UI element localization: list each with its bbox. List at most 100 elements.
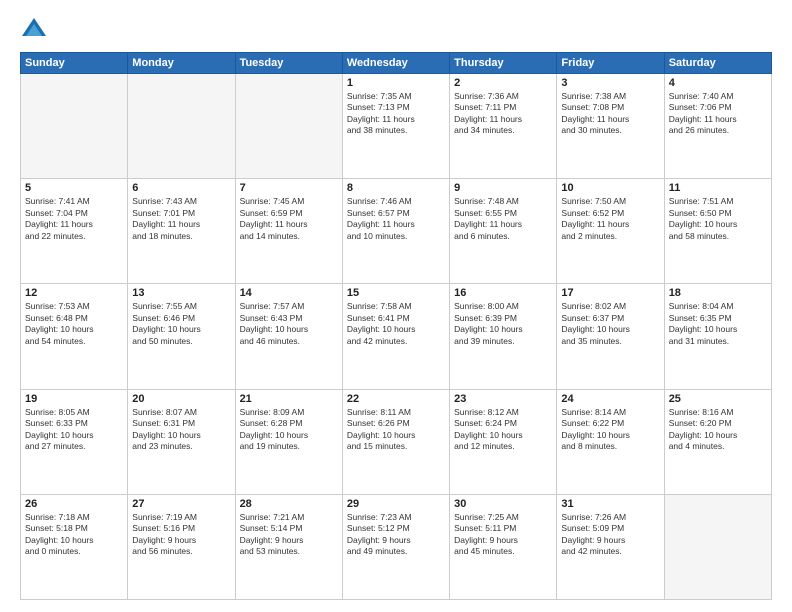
calendar-cell: 30 Sunrise: 7:25 AM Sunset: 5:11 PM Dayli… [450, 494, 557, 599]
day-number: 10 [561, 182, 659, 194]
calendar-cell: 24 Sunrise: 8:14 AM Sunset: 6:22 PM Dayli… [557, 389, 664, 494]
calendar-cell: 11 Sunrise: 7:51 AM Sunset: 6:50 PM Dayli… [664, 179, 771, 284]
day-number: 16 [454, 287, 552, 299]
day-number: 14 [240, 287, 338, 299]
day-info: Sunrise: 8:09 AM Sunset: 6:28 PM Dayligh… [240, 407, 338, 453]
calendar-cell: 1Sunrise: 7:35 AM Sunset: 7:13 PM Daylig… [342, 74, 449, 179]
day-info: Sunrise: 7:38 AM Sunset: 7:08 PM Dayligh… [561, 91, 659, 137]
day-info: Sunrise: 7:53 AM Sunset: 6:48 PM Dayligh… [25, 301, 123, 347]
day-number: 27 [132, 498, 230, 510]
weekday-header-saturday: Saturday [664, 53, 771, 74]
day-info: Sunrise: 7:46 AM Sunset: 6:57 PM Dayligh… [347, 196, 445, 242]
day-number: 5 [25, 182, 123, 194]
day-info: Sunrise: 7:51 AM Sunset: 6:50 PM Dayligh… [669, 196, 767, 242]
calendar-cell [21, 74, 128, 179]
day-info: Sunrise: 7:58 AM Sunset: 6:41 PM Dayligh… [347, 301, 445, 347]
day-number: 23 [454, 393, 552, 405]
day-number: 1 [347, 77, 445, 89]
calendar-cell: 25Sunrise: 8:16 AM Sunset: 6:20 PM Dayli… [664, 389, 771, 494]
day-info: Sunrise: 8:07 AM Sunset: 6:31 PM Dayligh… [132, 407, 230, 453]
calendar-cell: 17 Sunrise: 8:02 AM Sunset: 6:37 PM Dayli… [557, 284, 664, 389]
day-number: 11 [669, 182, 767, 194]
calendar-cell: 21 Sunrise: 8:09 AM Sunset: 6:28 PM Dayli… [235, 389, 342, 494]
calendar-cell: 20 Sunrise: 8:07 AM Sunset: 6:31 PM Dayli… [128, 389, 235, 494]
calendar-cell: 8 Sunrise: 7:46 AM Sunset: 6:57 PM Daylig… [342, 179, 449, 284]
calendar-week-4: 19Sunrise: 8:05 AM Sunset: 6:33 PM Dayli… [21, 389, 772, 494]
day-number: 21 [240, 393, 338, 405]
weekday-header-wednesday: Wednesday [342, 53, 449, 74]
logo-icon [20, 16, 48, 44]
calendar-cell: 3Sunrise: 7:38 AM Sunset: 7:08 PM Daylig… [557, 74, 664, 179]
calendar-cell: 18Sunrise: 8:04 AM Sunset: 6:35 PM Dayli… [664, 284, 771, 389]
calendar-week-5: 26Sunrise: 7:18 AM Sunset: 5:18 PM Dayli… [21, 494, 772, 599]
day-info: Sunrise: 7:40 AM Sunset: 7:06 PM Dayligh… [669, 91, 767, 137]
weekday-header-thursday: Thursday [450, 53, 557, 74]
day-info: Sunrise: 7:50 AM Sunset: 6:52 PM Dayligh… [561, 196, 659, 242]
day-info: Sunrise: 7:19 AM Sunset: 5:16 PM Dayligh… [132, 512, 230, 558]
weekday-header-monday: Monday [128, 53, 235, 74]
day-number: 20 [132, 393, 230, 405]
day-info: Sunrise: 8:11 AM Sunset: 6:26 PM Dayligh… [347, 407, 445, 453]
day-number: 24 [561, 393, 659, 405]
day-number: 8 [347, 182, 445, 194]
calendar-cell: 2Sunrise: 7:36 AM Sunset: 7:11 PM Daylig… [450, 74, 557, 179]
calendar-cell: 14Sunrise: 7:57 AM Sunset: 6:43 PM Dayli… [235, 284, 342, 389]
weekday-header-sunday: Sunday [21, 53, 128, 74]
weekday-header-row: SundayMondayTuesdayWednesdayThursdayFrid… [21, 53, 772, 74]
page: SundayMondayTuesdayWednesdayThursdayFrid… [0, 0, 792, 612]
day-info: Sunrise: 8:12 AM Sunset: 6:24 PM Dayligh… [454, 407, 552, 453]
logo [20, 16, 52, 44]
day-number: 6 [132, 182, 230, 194]
calendar-cell: 13 Sunrise: 7:55 AM Sunset: 6:46 PM Dayli… [128, 284, 235, 389]
calendar-cell: 7Sunrise: 7:45 AM Sunset: 6:59 PM Daylig… [235, 179, 342, 284]
calendar-cell: 19Sunrise: 8:05 AM Sunset: 6:33 PM Dayli… [21, 389, 128, 494]
calendar-cell: 15 Sunrise: 7:58 AM Sunset: 6:41 PM Dayli… [342, 284, 449, 389]
calendar-cell [664, 494, 771, 599]
day-number: 31 [561, 498, 659, 510]
day-number: 17 [561, 287, 659, 299]
calendar-cell: 29 Sunrise: 7:23 AM Sunset: 5:12 PM Dayli… [342, 494, 449, 599]
day-info: Sunrise: 8:04 AM Sunset: 6:35 PM Dayligh… [669, 301, 767, 347]
weekday-header-friday: Friday [557, 53, 664, 74]
calendar-cell: 22Sunrise: 8:11 AM Sunset: 6:26 PM Dayli… [342, 389, 449, 494]
calendar-cell: 5 Sunrise: 7:41 AM Sunset: 7:04 PM Daylig… [21, 179, 128, 284]
day-number: 15 [347, 287, 445, 299]
calendar-cell: 10 Sunrise: 7:50 AM Sunset: 6:52 PM Dayli… [557, 179, 664, 284]
day-info: Sunrise: 7:55 AM Sunset: 6:46 PM Dayligh… [132, 301, 230, 347]
calendar-cell [128, 74, 235, 179]
day-number: 4 [669, 77, 767, 89]
calendar-cell: 31Sunrise: 7:26 AM Sunset: 5:09 PM Dayli… [557, 494, 664, 599]
day-number: 9 [454, 182, 552, 194]
day-number: 28 [240, 498, 338, 510]
day-number: 30 [454, 498, 552, 510]
day-info: Sunrise: 7:45 AM Sunset: 6:59 PM Dayligh… [240, 196, 338, 242]
calendar-table: SundayMondayTuesdayWednesdayThursdayFrid… [20, 52, 772, 600]
calendar-cell: 16 Sunrise: 8:00 AM Sunset: 6:39 PM Dayli… [450, 284, 557, 389]
header [20, 16, 772, 44]
calendar-week-3: 12 Sunrise: 7:53 AM Sunset: 6:48 PM Dayli… [21, 284, 772, 389]
day-info: Sunrise: 7:25 AM Sunset: 5:11 PM Dayligh… [454, 512, 552, 558]
day-number: 26 [25, 498, 123, 510]
calendar-week-1: 1Sunrise: 7:35 AM Sunset: 7:13 PM Daylig… [21, 74, 772, 179]
calendar-cell: 6 Sunrise: 7:43 AM Sunset: 7:01 PM Daylig… [128, 179, 235, 284]
calendar-cell: 28 Sunrise: 7:21 AM Sunset: 5:14 PM Dayli… [235, 494, 342, 599]
day-info: Sunrise: 7:43 AM Sunset: 7:01 PM Dayligh… [132, 196, 230, 242]
day-number: 12 [25, 287, 123, 299]
day-info: Sunrise: 8:02 AM Sunset: 6:37 PM Dayligh… [561, 301, 659, 347]
calendar-cell: 4 Sunrise: 7:40 AM Sunset: 7:06 PM Daylig… [664, 74, 771, 179]
day-number: 19 [25, 393, 123, 405]
day-info: Sunrise: 7:23 AM Sunset: 5:12 PM Dayligh… [347, 512, 445, 558]
day-info: Sunrise: 8:00 AM Sunset: 6:39 PM Dayligh… [454, 301, 552, 347]
calendar-cell: 27 Sunrise: 7:19 AM Sunset: 5:16 PM Dayli… [128, 494, 235, 599]
day-info: Sunrise: 8:14 AM Sunset: 6:22 PM Dayligh… [561, 407, 659, 453]
calendar-cell: 26Sunrise: 7:18 AM Sunset: 5:18 PM Dayli… [21, 494, 128, 599]
weekday-header-tuesday: Tuesday [235, 53, 342, 74]
calendar-cell: 12 Sunrise: 7:53 AM Sunset: 6:48 PM Dayli… [21, 284, 128, 389]
day-number: 13 [132, 287, 230, 299]
calendar-cell: 9 Sunrise: 7:48 AM Sunset: 6:55 PM Daylig… [450, 179, 557, 284]
day-info: Sunrise: 7:48 AM Sunset: 6:55 PM Dayligh… [454, 196, 552, 242]
day-info: Sunrise: 7:21 AM Sunset: 5:14 PM Dayligh… [240, 512, 338, 558]
day-number: 29 [347, 498, 445, 510]
day-info: Sunrise: 8:16 AM Sunset: 6:20 PM Dayligh… [669, 407, 767, 453]
day-info: Sunrise: 7:41 AM Sunset: 7:04 PM Dayligh… [25, 196, 123, 242]
